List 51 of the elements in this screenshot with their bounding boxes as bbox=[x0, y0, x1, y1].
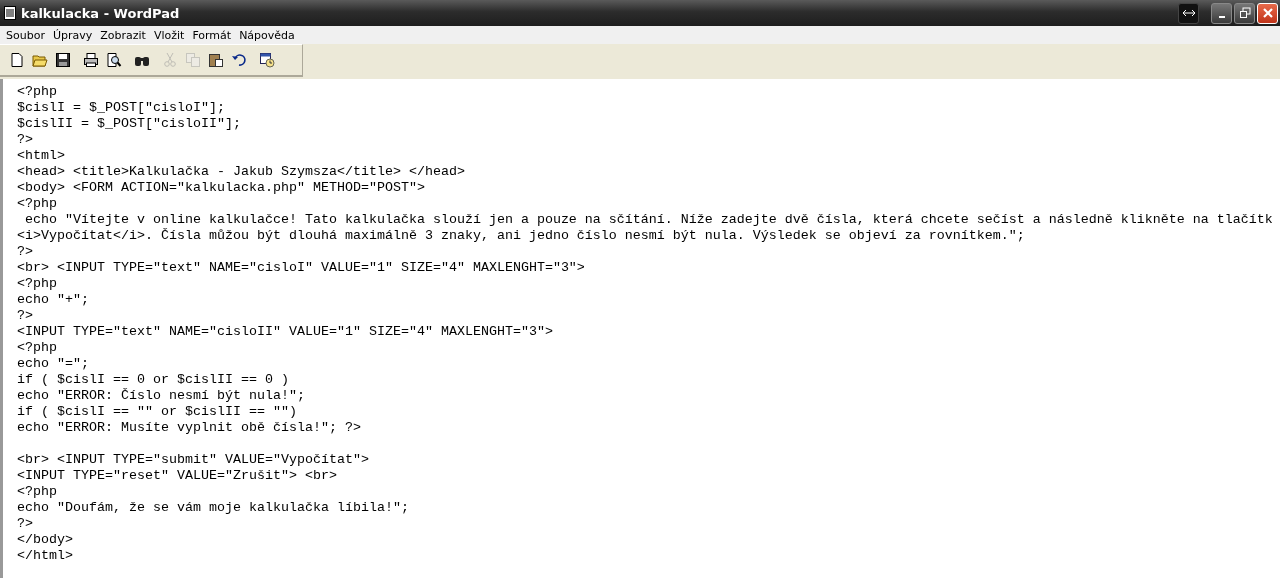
code-line: echo "Vítejte v online kalkulačce! Tato kalkulačka slouží jen a pouze na sčítání. Níže zadejte dvě čísla, která chcete sečíst a následně klikněte na tlačítk bbox=[24, 212, 1273, 228]
code-line: </body> bbox=[17, 532, 73, 548]
minimize-button[interactable] bbox=[1211, 2, 1232, 24]
code-line: <?php bbox=[17, 84, 57, 100]
menu-item[interactable]: Zobrazit bbox=[96, 28, 150, 42]
blank-page-icon[interactable] bbox=[8, 50, 26, 70]
code-line: ?> bbox=[17, 244, 33, 260]
code-line: echo "+"; bbox=[17, 292, 89, 308]
document-area[interactable] bbox=[0, 79, 1280, 578]
maximize-button[interactable] bbox=[1234, 2, 1255, 24]
code-line: </html> bbox=[17, 548, 73, 564]
code-line: $cislII = $_POST["cisloII"]; bbox=[17, 116, 241, 132]
document-icon bbox=[4, 6, 16, 20]
calendar-clock-icon[interactable] bbox=[258, 50, 276, 70]
code-line: $cislI = $_POST["cisloI"]; bbox=[17, 100, 225, 116]
code-line: ?> bbox=[17, 516, 33, 532]
close-icon bbox=[1261, 7, 1274, 19]
code-line: echo "ERROR: Číslo nesmí být nula!"; bbox=[17, 388, 305, 404]
menu-item[interactable]: Formát bbox=[188, 28, 236, 42]
menu-item[interactable]: Nápověda bbox=[235, 28, 299, 42]
code-line: if ( $cislI == "" or $cislII == "") bbox=[17, 404, 297, 420]
minimize-icon bbox=[1218, 16, 1225, 18]
print-preview-icon[interactable] bbox=[105, 50, 123, 70]
code-line: echo "ERROR: Musíte vyplnit obě čísla!"; ?> bbox=[17, 420, 361, 436]
menu-item[interactable]: Vložit bbox=[149, 28, 189, 42]
close-button[interactable] bbox=[1257, 2, 1278, 24]
code-line: if ( $cislI == 0 or $cislII == 0 ) bbox=[17, 372, 289, 388]
floppy-disk-icon[interactable] bbox=[54, 50, 72, 70]
code-line: echo "Doufám, že se vám moje kalkulačka líbila!"; bbox=[17, 500, 409, 516]
code-line: <i>Vypočítat</i>. Čísla můžou být dlouhá maximálně 3 znaky, ani jedno číslo nesmí být nula. Výsledek se objeví za rovnítkem."; bbox=[17, 228, 1025, 244]
code-line: <?php bbox=[17, 340, 57, 356]
code-line: <br> <INPUT TYPE="text" NAME="cisloI" VALUE="1" SIZE="4" MAXLENGHT="3"> bbox=[17, 260, 585, 276]
printer-icon[interactable] bbox=[82, 50, 100, 70]
resize-arrows-button[interactable] bbox=[1178, 2, 1199, 24]
code-line: ?> bbox=[17, 308, 33, 324]
code-line: ?> bbox=[17, 132, 33, 148]
code-line: <body> <FORM ACTION="kalkulacka.php" METHOD="POST"> bbox=[17, 180, 425, 196]
double-arrow-icon bbox=[1181, 9, 1196, 17]
menu-item[interactable]: Úpravy bbox=[48, 28, 97, 42]
code-line: <?php bbox=[17, 196, 57, 212]
code-line: echo "="; bbox=[17, 356, 89, 372]
window-title: kalkulacka - WordPad bbox=[21, 5, 180, 21]
code-line: <INPUT TYPE="reset" VALUE="Zrušit"> <br> bbox=[17, 468, 337, 484]
code-line: <?php bbox=[17, 484, 57, 500]
restore-icon bbox=[1238, 7, 1251, 19]
menu-item[interactable]: Soubor bbox=[2, 28, 49, 42]
code-line: <br> <INPUT TYPE="submit" VALUE="Vypočítat"> bbox=[17, 452, 369, 468]
code-line: <INPUT TYPE="text" NAME="cisloII" VALUE="1" SIZE="4" MAXLENGHT="3"> bbox=[17, 324, 553, 340]
code-line: <?php bbox=[17, 276, 57, 292]
code-line: <head> <title>Kalkulačka - Jakub Szymsza</title> </head> bbox=[17, 164, 465, 180]
code-line: <html> bbox=[17, 148, 65, 164]
